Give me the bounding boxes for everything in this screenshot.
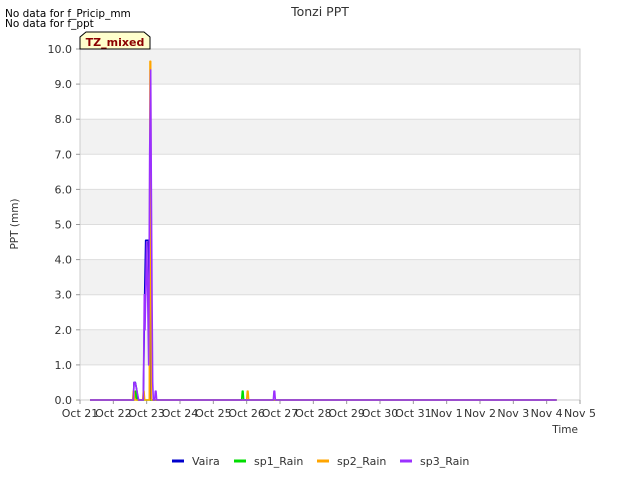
plot-band xyxy=(80,49,580,85)
x-tick-label: Nov 4 xyxy=(531,407,563,420)
legend-label-sp2_rain: sp2_Rain xyxy=(337,455,386,468)
x-tick-label: Oct 27 xyxy=(262,407,299,420)
legend-label-sp1_rain: sp1_Rain xyxy=(254,455,303,468)
x-tick-label: Oct 24 xyxy=(162,407,199,420)
x-tick-label: Nov 2 xyxy=(464,407,496,420)
legend-label-vaira: Vaira xyxy=(192,455,220,468)
x-tick-label: Oct 29 xyxy=(328,407,365,420)
y-tick-label: 8.0 xyxy=(55,113,73,126)
y-tick-label: 6.0 xyxy=(55,183,73,196)
plot-band xyxy=(80,154,580,190)
x-tick-label: Oct 22 xyxy=(95,407,132,420)
x-tick-label: Nov 3 xyxy=(497,407,529,420)
x-tick-label: Oct 23 xyxy=(128,407,165,420)
tz-badge: TZ_mixed xyxy=(79,31,151,50)
x-axis-ticks: Oct 21Oct 22Oct 23Oct 24Oct 25Oct 26Oct … xyxy=(62,400,596,420)
y-tick-label: 7.0 xyxy=(55,148,73,161)
y-tick-label: 10.0 xyxy=(48,43,73,56)
x-axis-title: Time xyxy=(551,424,578,436)
y-tick-label: 0.0 xyxy=(55,394,73,407)
legend-label-sp3_rain: sp3_Rain xyxy=(420,455,469,468)
x-tick-label: Oct 31 xyxy=(395,407,432,420)
plot-band xyxy=(80,329,580,365)
plot-band xyxy=(80,259,580,295)
plot-band xyxy=(80,224,580,260)
x-tick-label: Oct 26 xyxy=(228,407,265,420)
plot-band xyxy=(80,189,580,225)
plot-band xyxy=(80,294,580,330)
y-tick-label: 5.0 xyxy=(55,219,73,232)
y-tick-label: 4.0 xyxy=(55,254,73,267)
x-tick-label: Oct 28 xyxy=(295,407,332,420)
x-tick-label: Oct 25 xyxy=(195,407,232,420)
x-tick-label: Nov 1 xyxy=(431,407,463,420)
x-tick-label: Oct 21 xyxy=(62,407,99,420)
plot-band xyxy=(80,84,580,120)
chart: Tonzi PPT 0.0 1.0 2.0 3.0 4.0 5.0 6.0 7.0 8.0 9.0… xyxy=(9,4,596,468)
y-tick-label: 9.0 xyxy=(55,78,73,91)
x-tick-label: Nov 5 xyxy=(564,407,596,420)
x-tick-label: Oct 30 xyxy=(362,407,399,420)
y-axis-title: PPT (mm) xyxy=(9,198,21,249)
chart-title: Tonzi PPT xyxy=(290,4,349,19)
plot-band xyxy=(80,119,580,155)
y-tick-label: 3.0 xyxy=(55,289,73,302)
tz-badge-label: TZ_mixed xyxy=(86,36,145,49)
legend: Vaira sp1_Rain sp2_Rain sp3_Rain xyxy=(172,455,469,468)
y-axis-ticks: 0.0 1.0 2.0 3.0 4.0 5.0 6.0 7.0 8.0 9.0 10.0 xyxy=(48,43,80,407)
y-tick-label: 2.0 xyxy=(55,324,73,337)
y-tick-label: 1.0 xyxy=(55,359,73,372)
